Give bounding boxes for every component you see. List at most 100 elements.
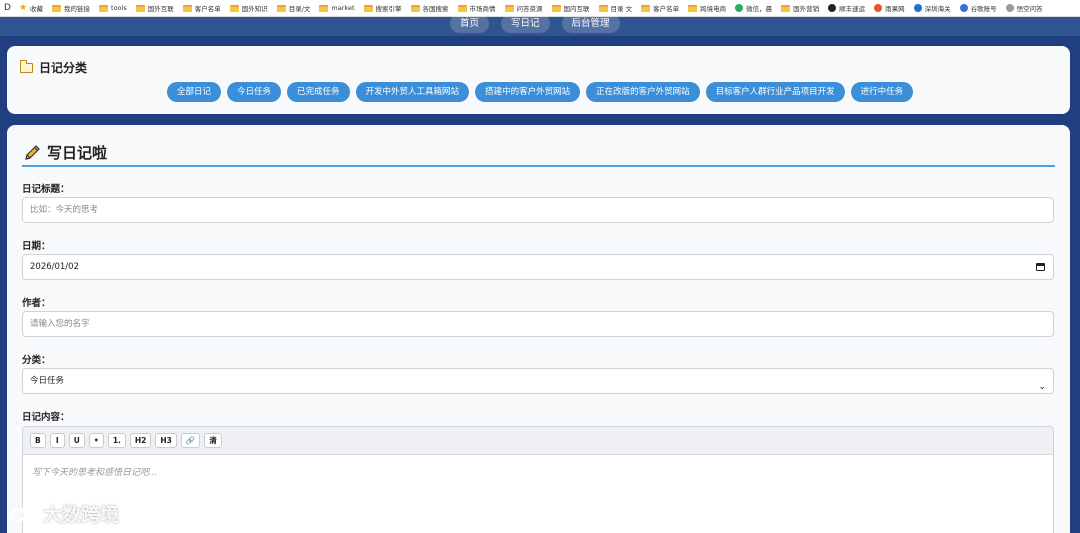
bookmark-label: tools [111, 4, 127, 12]
category-done[interactable]: 已完成任务 [287, 82, 350, 102]
nav-write-diary[interactable]: 写日记 [501, 14, 550, 33]
bookmark-label: 目录 文 [610, 5, 633, 13]
date-input[interactable]: 2026/01/02 [22, 254, 1054, 280]
bookmark-item[interactable]: 客户名单 [641, 3, 679, 13]
category-toolbox-site[interactable]: 开发中外贸人工具箱网站 [355, 82, 470, 102]
bookmark-item[interactable]: 悟空问答 [1005, 3, 1043, 13]
category-target-clients[interactable]: 目标客户人群行业产品项目开发 [705, 82, 845, 102]
bookmark-item[interactable]: 国外互联 [135, 3, 174, 13]
page-title: 写日记啦 [22, 142, 107, 163]
category-title-text: 日记分类 [39, 61, 88, 75]
category-today[interactable]: 今日任务 [227, 82, 282, 102]
bookmark-item[interactable]: ★ 收藏 [19, 3, 43, 13]
nav-admin[interactable]: 后台管理 [561, 14, 620, 33]
bookmark-label: 我的链接 [64, 5, 91, 13]
italic-button[interactable]: I [49, 433, 65, 448]
bookmark-item[interactable]: 微信，晨 [735, 3, 772, 13]
editor-toolbar: B I U • 1. H2 H3 🔗 清 [23, 427, 1053, 455]
bookmark-label: 各国搜索 [422, 5, 449, 13]
numbered-list-button[interactable]: 1. [107, 433, 126, 448]
folder-icon [276, 4, 286, 12]
bookmark-item[interactable]: market [319, 4, 355, 12]
bookmark-item[interactable]: 问答资源 [504, 3, 543, 13]
category-redesign-site[interactable]: 正在改版的客户外贸网站 [586, 82, 700, 102]
category-select[interactable]: 今日任务 ⌄ [22, 368, 1054, 394]
diary-form-card: 写日记啦 日记标题： 比如：今天的思考 日期： 2026/01/02 作者： 请… [7, 125, 1070, 533]
folder-icon [504, 4, 514, 12]
cifnews-icon [874, 4, 883, 12]
author-input[interactable]: 请输入您的名字 [22, 311, 1054, 337]
bookmark-item[interactable]: 各国搜索 [410, 3, 449, 13]
sf-express-icon [828, 4, 837, 12]
rich-text-editor: B I U • 1. H2 H3 🔗 清 写下今天的思考和感悟日记吧... [22, 426, 1054, 533]
bookmark-label: 谷歌账号 [970, 5, 997, 13]
nav-home[interactable]: 首页 [450, 14, 490, 33]
heading2-button[interactable]: H2 [129, 433, 152, 448]
bookmark-item[interactable]: 国内互联 [551, 3, 590, 13]
category-in-progress[interactable]: 进行中任务 [850, 82, 914, 102]
folder-icon [363, 4, 373, 12]
heading3-button[interactable]: H3 [155, 433, 177, 448]
calendar-icon[interactable] [1036, 263, 1045, 271]
folder-icon [229, 4, 239, 12]
folder-icon [52, 4, 62, 12]
folder-icon [19, 59, 33, 73]
category-building-site[interactable]: 搭建中的客户外贸网站 [475, 82, 581, 102]
chevron-down-icon: ⌄ [1038, 382, 1046, 392]
google-account-icon [959, 4, 968, 12]
bookmark-item[interactable]: 目录 文 [598, 3, 633, 13]
bookmark-item[interactable]: 深圳海关 [913, 3, 951, 13]
bookmark-label: 客户名单 [194, 5, 221, 13]
folder-icon [319, 4, 329, 12]
bookmark-item[interactable]: 市场商情 [457, 3, 496, 13]
bullet-list-button[interactable]: • [88, 433, 104, 448]
link-button[interactable]: 🔗 [180, 433, 201, 448]
underline-button[interactable]: U [68, 433, 85, 448]
bookmark-item[interactable]: 雨果网 [874, 3, 905, 13]
bookmark-label: market [331, 4, 355, 12]
bookmark-item[interactable]: 顺丰速运 [828, 3, 865, 13]
content-textarea[interactable]: 写下今天的思考和感悟日记吧... [23, 455, 1053, 478]
title-label: 日记标题： [22, 184, 70, 195]
bookmark-label: 国外互联 [147, 5, 174, 13]
bookmark-label: 市场商情 [469, 5, 496, 13]
wukong-icon [1005, 4, 1014, 12]
date-label: 日期： [22, 241, 51, 252]
bookmark-item[interactable]: 跨境电商 [688, 3, 726, 13]
bookmark-label: 国内互联 [563, 5, 590, 13]
page-title-text: 写日记啦 [47, 144, 108, 162]
folder-icon [598, 4, 608, 12]
bookmark-label: 顺丰速运 [839, 5, 866, 13]
pencil-icon [25, 144, 40, 160]
sidebar-toggle-icon[interactable]: D [4, 3, 11, 13]
bold-button[interactable]: B [30, 433, 46, 448]
bookmark-label: 国外知识 [241, 5, 268, 13]
bookmark-item[interactable]: 国外营销 [781, 3, 819, 13]
bookmark-label: 搜索引擎 [375, 5, 402, 13]
bookmark-item[interactable]: 客户名单 [182, 3, 221, 13]
bookmark-item[interactable]: tools [99, 4, 127, 12]
folder-icon [410, 4, 420, 12]
bookmark-item[interactable]: 国外知识 [229, 3, 268, 13]
bookmark-label: 问答资源 [516, 5, 543, 13]
category-all[interactable]: 全部日记 [167, 82, 222, 102]
category-select-value: 今日任务 [30, 376, 65, 386]
star-icon: ★ [18, 2, 28, 13]
folder-icon [551, 4, 561, 12]
bookmark-item[interactable]: 目录/文 [276, 3, 310, 13]
folder-icon [688, 4, 698, 12]
watermark: 大数跨境 [9, 500, 119, 527]
folder-icon [99, 4, 109, 12]
title-divider [22, 165, 1055, 167]
author-label: 作者： [22, 298, 51, 309]
title-input[interactable]: 比如：今天的思考 [22, 197, 1054, 223]
watermark-text: 大数跨境 [43, 504, 120, 526]
bookmark-label: 客户名单 [653, 5, 680, 13]
main-nav: 首页 写日记 后台管理 [450, 14, 620, 33]
clear-format-button[interactable]: 清 [204, 433, 222, 448]
bookmark-item[interactable]: 我的链接 [52, 3, 90, 13]
bookmark-item[interactable]: 谷歌账号 [959, 3, 997, 13]
content-label: 日记内容： [22, 412, 70, 423]
bookmark-item[interactable]: 搜索引擎 [363, 3, 402, 13]
category-list: 全部日记 今日任务 已完成任务 开发中外贸人工具箱网站 搭建中的客户外贸网站 正… [167, 82, 914, 102]
